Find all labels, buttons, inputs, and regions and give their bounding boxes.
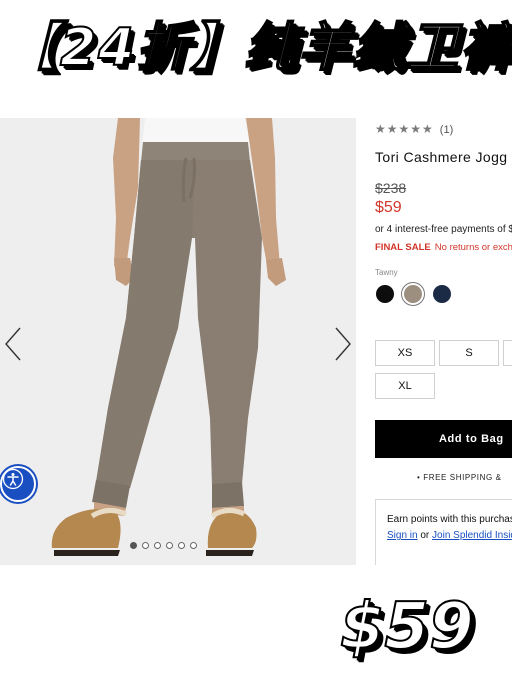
size-option-xl[interactable]: XL xyxy=(375,373,435,399)
product-rating[interactable]: ★★★★★ (1) xyxy=(375,122,453,136)
original-price: $238 xyxy=(375,180,407,196)
product-photo xyxy=(51,118,286,556)
size-option-m[interactable] xyxy=(503,340,512,366)
size-option-xs[interactable]: XS xyxy=(375,340,435,366)
promo-banner: 【24折】纯羊绒卫裤 xyxy=(0,0,512,118)
gallery-prev-arrow-icon[interactable] xyxy=(2,326,26,362)
final-sale-label: FINAL SALE xyxy=(375,242,431,253)
final-sale-notice: FINAL SALENo returns or exchan xyxy=(375,242,512,253)
gallery-dot[interactable] xyxy=(190,542,197,549)
color-swatch-navy[interactable] xyxy=(433,285,451,303)
gallery-dot[interactable] xyxy=(178,542,185,549)
points-links: Sign in or Join Splendid Insid xyxy=(387,530,512,541)
promo-banner-title: 【24折】纯羊绒卫裤 xyxy=(5,17,512,79)
sticker-price: $59 xyxy=(339,589,475,665)
points-text: Earn points with this purchas xyxy=(387,514,512,525)
gallery-dot[interactable] xyxy=(166,542,173,549)
points-or-text: or xyxy=(420,530,430,541)
loyalty-points-box: Earn points with this purchas Sign in or… xyxy=(375,499,512,565)
final-sale-note: No returns or exchan xyxy=(434,242,512,253)
selected-color-label: Tawny xyxy=(375,268,398,277)
gallery-dot[interactable] xyxy=(142,542,149,549)
gallery-dot[interactable] xyxy=(154,542,161,549)
installment-info: or 4 interest-free payments of $14 xyxy=(375,224,512,235)
color-swatch-tawny[interactable] xyxy=(404,285,422,303)
gallery-pagination xyxy=(130,542,197,549)
color-swatch-black[interactable] xyxy=(376,285,394,303)
gallery-dot[interactable] xyxy=(130,542,137,549)
free-shipping-note: • FREE SHIPPING & xyxy=(417,473,502,482)
size-option-s[interactable]: S xyxy=(439,340,499,366)
gallery-next-arrow-icon[interactable] xyxy=(330,326,354,362)
accessibility-icon[interactable] xyxy=(0,466,36,502)
review-count[interactable]: (1) xyxy=(440,124,453,136)
product-title: Tori Cashmere Jogg xyxy=(375,149,508,165)
sign-in-link[interactable]: Sign in xyxy=(387,530,418,541)
sale-price: $59 xyxy=(375,199,402,216)
join-link[interactable]: Join Splendid Insid xyxy=(432,530,512,541)
product-details: ★★★★★ (1) Tori Cashmere Jogg $238 $59 or … xyxy=(375,118,512,565)
add-to-bag-button[interactable]: Add to Bag xyxy=(375,420,512,458)
product-image-gallery[interactable] xyxy=(0,118,356,565)
rating-stars-icon: ★★★★★ xyxy=(375,122,434,136)
